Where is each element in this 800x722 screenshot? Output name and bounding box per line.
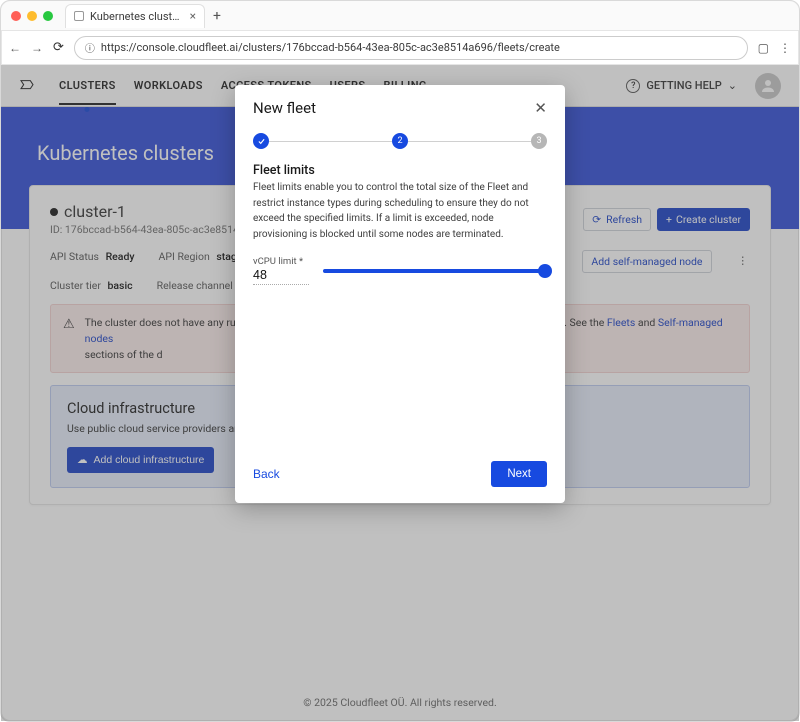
- window-minimize-button[interactable]: [27, 11, 37, 21]
- step-3-upcoming: 3: [531, 133, 547, 149]
- window-close-button[interactable]: [11, 11, 21, 21]
- browser-tab-title: Kubernetes clusters | Cloudfl: [90, 10, 184, 23]
- step-2-current: 2: [392, 133, 408, 149]
- address-bar[interactable]: ⓘ https://console.cloudfleet.ai/clusters…: [74, 36, 748, 60]
- browser-menu-icon[interactable]: ⋮: [779, 41, 791, 55]
- window-titlebar: Kubernetes clusters | Cloudfl × +: [1, 1, 799, 31]
- vcpu-slider[interactable]: [323, 262, 547, 280]
- slider-thumb-icon[interactable]: [538, 264, 552, 278]
- modal-stepper: 2 3: [253, 133, 547, 149]
- browser-tab[interactable]: Kubernetes clusters | Cloudfl ×: [65, 4, 205, 28]
- site-favicon-icon: [74, 11, 84, 21]
- browser-toolbar: ← → ⟳ ⓘ https://console.cloudfleet.ai/cl…: [1, 31, 799, 65]
- step-1-complete-icon: [253, 133, 269, 149]
- close-modal-button[interactable]: ✕: [534, 99, 547, 117]
- modal-title: New fleet: [253, 99, 534, 117]
- address-url: https://console.cloudfleet.ai/clusters/1…: [101, 41, 560, 54]
- new-fleet-modal: New fleet ✕ 2 3 Fleet limits Fleet limit…: [235, 85, 565, 503]
- section-description: Fleet limits enable you to control the t…: [253, 180, 547, 242]
- back-button[interactable]: Back: [253, 467, 280, 481]
- next-button[interactable]: Next: [491, 461, 547, 487]
- close-tab-icon[interactable]: ×: [190, 9, 196, 23]
- reload-icon[interactable]: ⟳: [53, 40, 64, 55]
- window-traffic-lights: [11, 11, 53, 21]
- vcpu-limit-label: vCPU limit *: [253, 256, 309, 267]
- extensions-icon[interactable]: ▢: [758, 41, 769, 55]
- section-heading: Fleet limits: [253, 163, 547, 178]
- new-tab-button[interactable]: +: [213, 8, 221, 24]
- window-maximize-button[interactable]: [43, 11, 53, 21]
- back-icon[interactable]: ←: [9, 41, 21, 55]
- lock-icon: ⓘ: [85, 40, 95, 55]
- vcpu-limit-input[interactable]: [253, 267, 309, 285]
- forward-icon[interactable]: →: [31, 41, 43, 55]
